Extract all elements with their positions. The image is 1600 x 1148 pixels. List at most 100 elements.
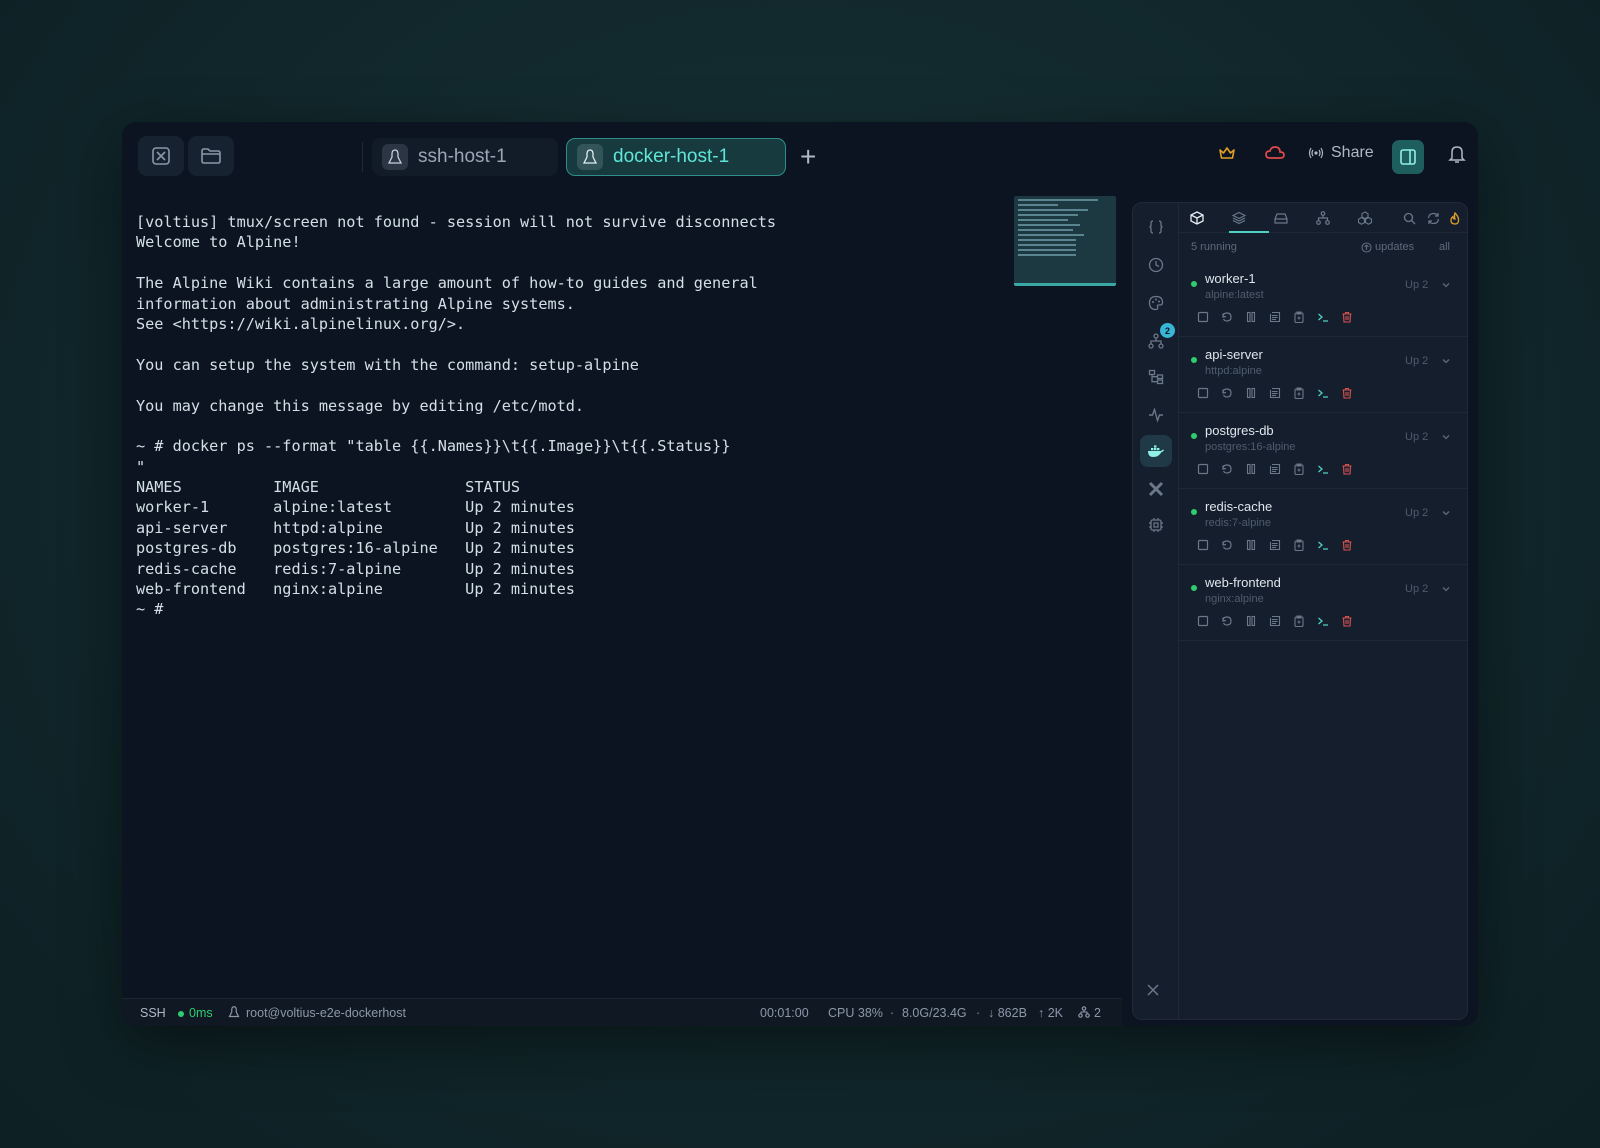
stop-button[interactable] (1195, 613, 1211, 629)
stop-button[interactable] (1195, 537, 1211, 553)
logs-button[interactable] (1267, 613, 1283, 629)
expand-button[interactable] (1441, 505, 1451, 523)
restart-button[interactable] (1219, 309, 1235, 325)
exec-shell-button[interactable] (1315, 537, 1331, 553)
terminal-icon (1318, 617, 1328, 626)
container-image: nginx:alpine (1205, 593, 1264, 605)
folder-icon (201, 148, 221, 164)
rail-docker[interactable] (1140, 435, 1172, 467)
pause-button[interactable] (1243, 309, 1259, 325)
delete-button[interactable] (1339, 385, 1355, 401)
share-button[interactable]: Share (1308, 144, 1374, 162)
delete-button[interactable] (1339, 537, 1355, 553)
sync-button[interactable] (1264, 144, 1286, 162)
pause-button[interactable] (1243, 613, 1259, 629)
notifications-button[interactable] (1448, 144, 1466, 164)
delete-button[interactable] (1339, 461, 1355, 477)
clipboard-icon (1294, 311, 1304, 323)
add-tab-button[interactable]: + (800, 143, 816, 171)
auto-refresh-button[interactable] (1445, 209, 1465, 227)
pause-button[interactable] (1243, 537, 1259, 553)
close-session-button[interactable] (138, 136, 184, 176)
show-all-toggle[interactable]: all (1439, 241, 1450, 253)
trash-icon (1342, 311, 1352, 323)
logs-button[interactable] (1267, 309, 1283, 325)
container-card-worker-1[interactable]: worker-1 alpine:latest Up 2 (1179, 261, 1467, 337)
expand-button[interactable] (1441, 353, 1451, 371)
tab-compose[interactable] (1355, 209, 1375, 227)
expand-button[interactable] (1441, 429, 1451, 447)
restart-button[interactable] (1219, 537, 1235, 553)
user-host-label: root@voltius-e2e-dockerhost (246, 1006, 406, 1020)
rail-file-tree[interactable] (1140, 361, 1172, 393)
stop-button[interactable] (1195, 385, 1211, 401)
container-card-postgres-db[interactable]: postgres-db postgres:16-alpine Up 2 (1179, 413, 1467, 489)
refresh-button[interactable] (1423, 209, 1443, 227)
logs-button[interactable] (1267, 385, 1283, 401)
restart-button[interactable] (1219, 613, 1235, 629)
premium-button[interactable] (1218, 144, 1236, 162)
tab-volumes[interactable] (1271, 209, 1291, 227)
exec-shell-button[interactable] (1315, 461, 1331, 477)
logs-button[interactable] (1267, 537, 1283, 553)
container-card-web-frontend[interactable]: web-frontend nginx:alpine Up 2 (1179, 565, 1467, 641)
inspect-button[interactable] (1291, 309, 1307, 325)
running-status-dot (1191, 357, 1197, 363)
box-icon (1190, 211, 1204, 225)
expand-button[interactable] (1441, 581, 1451, 599)
container-status: Up 2 (1405, 507, 1429, 519)
tab-ssh-host-1[interactable]: ssh-host-1 (372, 138, 558, 176)
braces-icon (1149, 220, 1163, 234)
restart-icon (1222, 312, 1232, 322)
cpu-usage: CPU 38% (828, 1006, 883, 1020)
check-updates-button[interactable]: updates (1361, 241, 1414, 253)
logs-button[interactable] (1267, 461, 1283, 477)
stop-button[interactable] (1195, 309, 1211, 325)
pause-button[interactable] (1243, 385, 1259, 401)
stop-icon (1197, 311, 1209, 323)
restart-button[interactable] (1219, 385, 1235, 401)
exec-shell-button[interactable] (1315, 385, 1331, 401)
running-status-dot (1191, 433, 1197, 439)
stop-button[interactable] (1195, 461, 1211, 477)
exec-shell-button[interactable] (1315, 309, 1331, 325)
tab-separator (362, 142, 363, 172)
container-card-api-server[interactable]: api-server httpd:alpine Up 2 (1179, 337, 1467, 413)
inspect-button[interactable] (1291, 613, 1307, 629)
memory-usage: 8.0G/23.4G (902, 1006, 967, 1020)
terminal-line: The Alpine Wiki contains a large amount … (136, 274, 758, 293)
rail-snippets[interactable] (1140, 211, 1172, 243)
chevron-down-icon (1442, 359, 1450, 364)
rail-tunnels[interactable]: 2 (1140, 323, 1175, 357)
exec-shell-button[interactable] (1315, 613, 1331, 629)
tab-containers[interactable] (1187, 209, 1207, 227)
rail-monitoring[interactable] (1140, 399, 1172, 431)
delete-button[interactable] (1339, 613, 1355, 629)
container-card-redis-cache[interactable]: redis-cache redis:7-alpine Up 2 (1179, 489, 1467, 565)
clipboard-icon (1294, 387, 1304, 399)
rail-themes[interactable] (1140, 287, 1172, 319)
tab-images[interactable] (1229, 209, 1249, 227)
rail-history[interactable] (1140, 249, 1172, 281)
pause-button[interactable] (1243, 461, 1259, 477)
expand-button[interactable] (1441, 277, 1451, 295)
search-button[interactable] (1399, 209, 1419, 227)
terminal-minimap[interactable] (1014, 196, 1116, 286)
inspect-button[interactable] (1291, 461, 1307, 477)
toggle-side-panel-button[interactable] (1392, 140, 1424, 174)
linux-icon (228, 1006, 240, 1018)
rail-hardware[interactable] (1140, 509, 1172, 541)
panel-close-button[interactable] (1147, 983, 1159, 1001)
terminal-output[interactable]: [voltius] tmux/screen not found - sessio… (136, 212, 1126, 992)
tab-networks[interactable] (1313, 209, 1333, 227)
tab-docker-host-1[interactable]: docker-host-1 (566, 138, 786, 176)
logs-icon (1269, 387, 1281, 399)
rail-kubernetes[interactable] (1140, 473, 1172, 505)
inspect-button[interactable] (1291, 537, 1307, 553)
inspect-button[interactable] (1291, 385, 1307, 401)
delete-button[interactable] (1339, 309, 1355, 325)
open-folder-button[interactable] (188, 136, 234, 176)
restart-button[interactable] (1219, 461, 1235, 477)
logs-icon (1269, 463, 1281, 475)
